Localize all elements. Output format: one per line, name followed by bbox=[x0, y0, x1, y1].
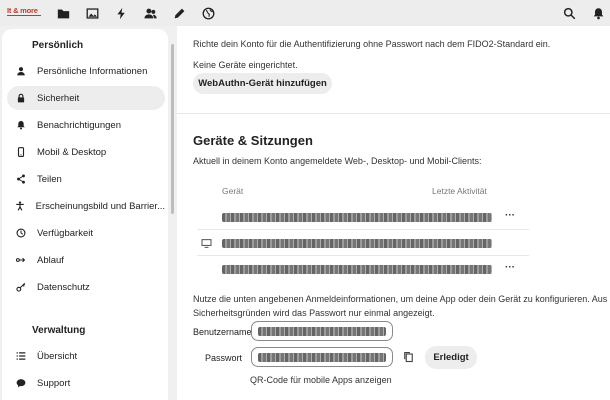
redacted-username bbox=[258, 327, 386, 336]
sidebar-item-notifications[interactable]: Benachrichtigungen bbox=[7, 113, 165, 137]
sidebar-item-label: Ablauf bbox=[37, 254, 64, 266]
copy-icon[interactable] bbox=[403, 351, 414, 363]
sidebar-item-privacy[interactable]: Datenschutz bbox=[7, 275, 165, 299]
sidebar-heading-personal: Persönlich bbox=[32, 40, 84, 51]
chat-icon bbox=[15, 377, 27, 389]
security-settings-content: Richte dein Konto für die Authentifizier… bbox=[177, 26, 610, 400]
flow-icon bbox=[15, 254, 27, 266]
bell-icon[interactable] bbox=[591, 6, 605, 20]
redacted-session-info bbox=[222, 213, 492, 222]
settings-sidebar: Persönlich Persönliche Informationen Sic… bbox=[0, 26, 174, 400]
sidebar-item-label: Datenschutz bbox=[37, 281, 90, 293]
folder-icon[interactable] bbox=[56, 6, 70, 20]
globe-icon[interactable] bbox=[201, 6, 215, 20]
activity-icon[interactable] bbox=[114, 6, 128, 20]
column-header-last-activity: Letzte Aktivität bbox=[432, 186, 487, 196]
sidebar-item-label: Benachrichtigungen bbox=[37, 119, 121, 131]
sidebar-item-support[interactable]: Support bbox=[7, 371, 165, 395]
username-field[interactable] bbox=[251, 321, 393, 341]
sidebar-item-flow[interactable]: Ablauf bbox=[7, 248, 165, 272]
done-button[interactable]: Erledigt bbox=[425, 346, 477, 369]
sidebar-item-availability[interactable]: Verfügbarkeit bbox=[7, 221, 165, 245]
password-field[interactable] bbox=[251, 347, 393, 367]
session-actions-menu-icon[interactable]: ··· bbox=[503, 263, 517, 273]
session-actions-menu-icon[interactable]: ··· bbox=[503, 211, 517, 221]
sidebar-item-mobile-desktop[interactable]: Mobil & Desktop bbox=[7, 140, 165, 164]
sidebar-item-label: Sicherheit bbox=[37, 92, 80, 104]
devices-sessions-title: Geräte & Sitzungen bbox=[193, 133, 313, 148]
sidebar-item-label: Support bbox=[37, 377, 71, 389]
sidebar-item-label: Persönliche Informationen bbox=[37, 65, 148, 77]
session-row: ··· bbox=[197, 256, 529, 282]
sidebar-heading-admin: Verwaltung bbox=[32, 325, 86, 336]
redacted-session-info bbox=[222, 265, 492, 274]
session-row bbox=[197, 230, 529, 256]
session-row: ··· bbox=[197, 204, 529, 230]
pencil-icon[interactable] bbox=[172, 6, 186, 20]
app-password-instructions-line1: Nutze die unten angebenen Anmeldeinforma… bbox=[193, 294, 608, 304]
search-icon[interactable] bbox=[562, 6, 576, 20]
bell-icon bbox=[15, 119, 27, 131]
sidebar-item-label: Mobil & Desktop bbox=[37, 146, 107, 158]
desktop-icon bbox=[201, 239, 212, 248]
clock-icon bbox=[15, 227, 27, 239]
add-webauthn-device-button[interactable]: WebAuthn-Gerät hinzufügen bbox=[193, 73, 332, 94]
app-password-instructions-line2: Sicherheitsgründen wird das Passwort nur… bbox=[193, 308, 435, 318]
sidebar-item-label: Teilen bbox=[37, 173, 62, 185]
redacted-password bbox=[258, 353, 386, 362]
list-icon bbox=[15, 350, 27, 362]
section-divider bbox=[177, 113, 610, 114]
top-bar: It & more bbox=[0, 0, 610, 26]
contacts-icon[interactable] bbox=[143, 6, 157, 20]
redacted-session-info bbox=[222, 239, 492, 248]
sidebar-item-sharing[interactable]: Teilen bbox=[7, 167, 165, 191]
webauthn-description: Richte dein Konto für die Authentifizier… bbox=[193, 39, 551, 49]
accessibility-icon bbox=[15, 200, 26, 212]
column-header-device: Gerät bbox=[222, 186, 244, 196]
sidebar-item-label: Verfügbarkeit bbox=[37, 227, 93, 239]
share-icon bbox=[15, 173, 27, 185]
devices-sessions-description: Aktuell in deinem Konto angemeldete Web-… bbox=[193, 156, 482, 166]
phone-icon bbox=[15, 146, 27, 158]
sidebar-item-appearance[interactable]: Erscheinungsbild und Barrier... bbox=[7, 194, 165, 218]
image-icon[interactable] bbox=[85, 6, 99, 20]
username-label: Benutzername bbox=[193, 327, 252, 337]
sidebar-item-security[interactable]: Sicherheit bbox=[7, 86, 165, 110]
lock-icon bbox=[15, 92, 27, 104]
webauthn-no-devices: Keine Geräte eingerichtet. bbox=[193, 60, 298, 70]
key-icon bbox=[15, 281, 27, 293]
sidebar-item-label: Erscheinungsbild und Barrier... bbox=[35, 200, 165, 212]
app-logo[interactable]: It & more bbox=[7, 6, 41, 16]
user-icon bbox=[15, 65, 27, 77]
sidebar-scrollbar[interactable] bbox=[171, 44, 174, 214]
sidebar-item-personal-info[interactable]: Persönliche Informationen bbox=[7, 59, 165, 83]
sidebar-item-label: Übersicht bbox=[37, 350, 78, 362]
sidebar-panel: Persönlich Persönliche Informationen Sic… bbox=[2, 29, 168, 400]
password-label: Passwort bbox=[205, 353, 243, 363]
sidebar-item-overview[interactable]: Übersicht bbox=[7, 344, 165, 368]
show-qr-code-link[interactable]: QR-Code für mobile Apps anzeigen bbox=[250, 375, 392, 385]
